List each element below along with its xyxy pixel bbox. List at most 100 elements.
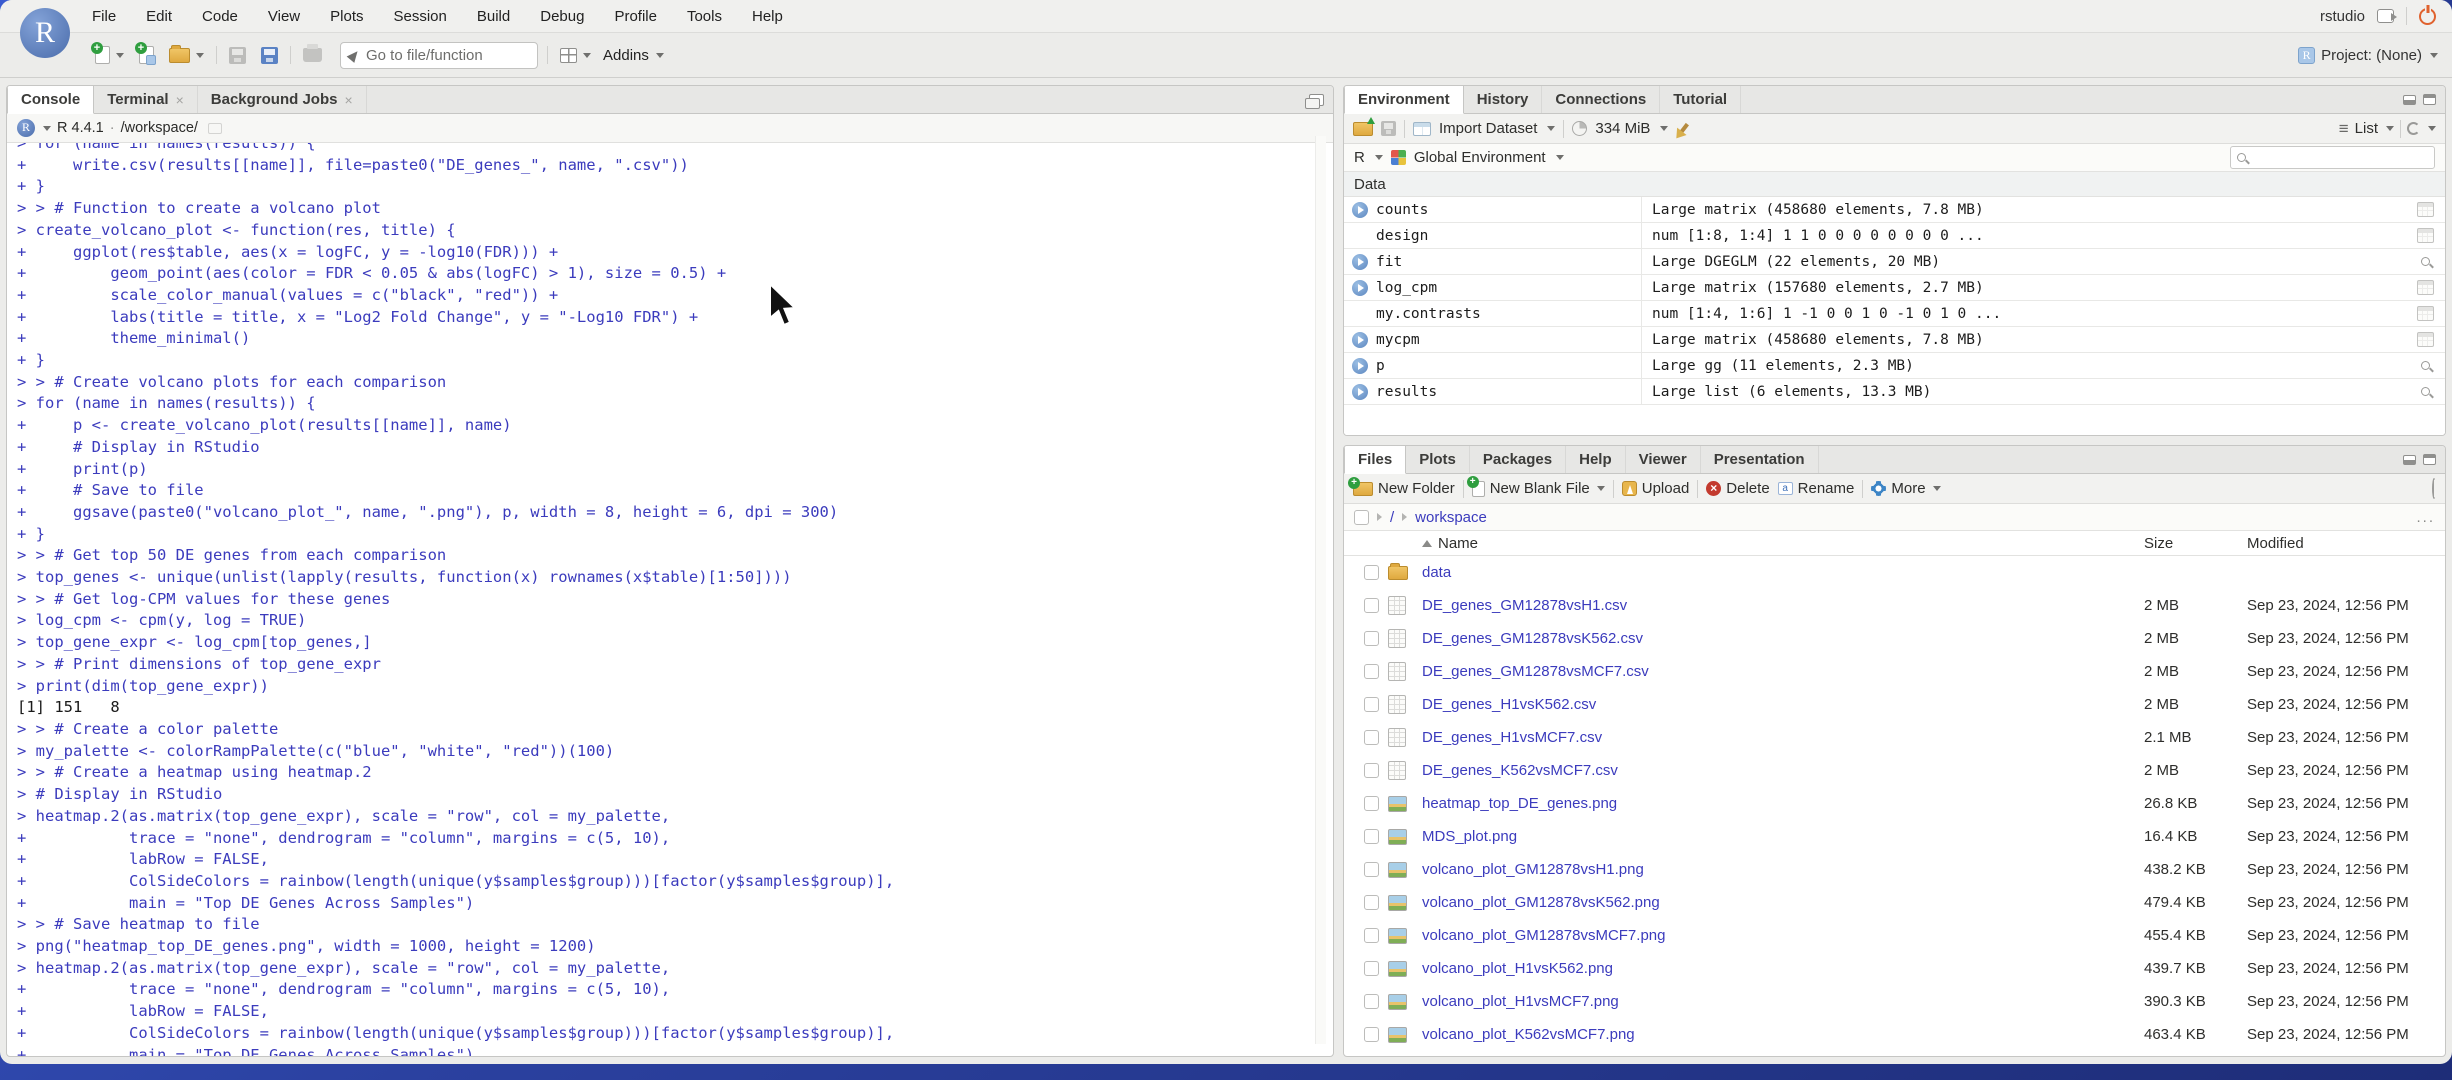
file-name[interactable]: heatmap_top_DE_genes.png bbox=[1422, 795, 2144, 812]
file-row-de-genes-gm12878vsh1-csv[interactable]: DE_genes_GM12878vsH1.csv 2 MB Sep 23, 20… bbox=[1344, 589, 2445, 622]
file-checkbox[interactable] bbox=[1364, 631, 1379, 646]
file-checkbox[interactable] bbox=[1364, 895, 1379, 910]
object-action[interactable] bbox=[2405, 257, 2445, 266]
file-row-volcano-plot-h1vsmcf7-png[interactable]: volcano_plot_H1vsMCF7.png 390.3 KB Sep 2… bbox=[1344, 985, 2445, 1018]
env-row-my-contrasts[interactable]: my.contrasts num [1:4, 1:6] 1 -1 0 0 1 0… bbox=[1344, 301, 2445, 327]
file-name[interactable]: MDS_plot.png bbox=[1422, 828, 2144, 845]
file-name[interactable]: volcano_plot_GM12878vsK562.png bbox=[1422, 894, 2144, 911]
r-version-icon[interactable]: R bbox=[17, 119, 35, 137]
file-name[interactable]: volcano_plot_GM12878vsMCF7.png bbox=[1422, 927, 2144, 944]
tab-tutorial[interactable]: Tutorial bbox=[1660, 86, 1742, 113]
close-icon[interactable]: × bbox=[176, 92, 184, 108]
menu-plots[interactable]: Plots bbox=[330, 8, 363, 25]
breadcrumb-ellipsis[interactable]: ... bbox=[2416, 509, 2435, 526]
clear-objects-icon[interactable] bbox=[1679, 122, 1690, 135]
tab-background-jobs[interactable]: Background Jobs × bbox=[198, 86, 367, 113]
env-row-fit[interactable]: fit Large DGEGLM (22 elements, 20 MB) bbox=[1344, 249, 2445, 275]
object-action[interactable] bbox=[2405, 387, 2445, 396]
upload-button[interactable]: Upload bbox=[1621, 480, 1689, 497]
expand-icon[interactable] bbox=[1352, 253, 1368, 270]
menu-debug[interactable]: Debug bbox=[540, 8, 584, 25]
file-name[interactable]: DE_genes_GM12878vsK562.csv bbox=[1422, 630, 2144, 647]
file-checkbox[interactable] bbox=[1364, 598, 1379, 613]
goto-file-input[interactable]: Go to file/function bbox=[340, 41, 538, 69]
file-row-de-genes-gm12878vsk562-csv[interactable]: DE_genes_GM12878vsK562.csv 2 MB Sep 23, … bbox=[1344, 622, 2445, 655]
file-checkbox[interactable] bbox=[1364, 1027, 1379, 1042]
file-row-de-genes-h1vsmcf7-csv[interactable]: DE_genes_H1vsMCF7.csv 2.1 MB Sep 23, 202… bbox=[1344, 721, 2445, 754]
tab-connections[interactable]: Connections bbox=[1542, 86, 1661, 113]
save-button[interactable] bbox=[226, 44, 249, 67]
delete-button[interactable]: × Delete bbox=[1706, 480, 1770, 497]
view-table-icon[interactable] bbox=[2416, 332, 2434, 347]
inspect-icon[interactable] bbox=[2420, 257, 2430, 266]
menu-tools[interactable]: Tools bbox=[687, 8, 722, 25]
file-row-de-genes-h1vsk562-csv[interactable]: DE_genes_H1vsK562.csv 2 MB Sep 23, 2024,… bbox=[1344, 688, 2445, 721]
memory-usage-label[interactable]: 334 MiB bbox=[1595, 120, 1650, 137]
select-all-checkbox[interactable] bbox=[1354, 509, 1369, 525]
expand-icon[interactable] bbox=[1352, 201, 1368, 218]
size-column-header[interactable]: Size bbox=[2144, 535, 2247, 552]
tab-plots[interactable]: Plots bbox=[1406, 446, 1470, 473]
view-table-icon[interactable] bbox=[2416, 202, 2434, 217]
view-table-icon[interactable] bbox=[2416, 306, 2434, 321]
tab-help[interactable]: Help bbox=[1566, 446, 1626, 473]
maximize-icon[interactable] bbox=[2423, 454, 2436, 465]
file-name[interactable]: volcano_plot_K562vsMCF7.png bbox=[1422, 1026, 2144, 1043]
sign-out-icon[interactable] bbox=[2377, 9, 2397, 23]
file-row-mds-plot-png[interactable]: MDS_plot.png 16.4 KB Sep 23, 2024, 12:56… bbox=[1344, 820, 2445, 853]
menu-code[interactable]: Code bbox=[202, 8, 238, 25]
env-row-log-cpm[interactable]: log_cpm Large matrix (157680 elements, 2… bbox=[1344, 275, 2445, 301]
menu-file[interactable]: File bbox=[92, 8, 116, 25]
file-checkbox[interactable] bbox=[1364, 961, 1379, 976]
inspect-icon[interactable] bbox=[2420, 387, 2430, 396]
file-name[interactable]: DE_genes_H1vsK562.csv bbox=[1422, 696, 2144, 713]
tab-packages[interactable]: Packages bbox=[1470, 446, 1567, 473]
tab-files[interactable]: Files bbox=[1344, 446, 1407, 474]
menu-session[interactable]: Session bbox=[394, 8, 447, 25]
env-row-design[interactable]: design num [1:8, 1:4] 1 1 0 0 0 0 0 0 0 … bbox=[1344, 223, 2445, 249]
breadcrumb-root[interactable]: / bbox=[1390, 509, 1394, 526]
object-action[interactable] bbox=[2405, 332, 2445, 347]
new-blank-file-button[interactable]: + New Blank File bbox=[1466, 475, 1605, 497]
file-name[interactable]: data bbox=[1422, 564, 2144, 581]
file-checkbox[interactable] bbox=[1364, 928, 1379, 943]
new-folder-button[interactable]: + New Folder bbox=[1348, 476, 1455, 497]
refresh-icon[interactable] bbox=[2432, 478, 2436, 499]
workspace-panes-button[interactable] bbox=[557, 45, 594, 66]
save-all-button[interactable] bbox=[258, 44, 281, 67]
env-row-p[interactable]: p Large gg (11 elements, 2.3 MB) bbox=[1344, 353, 2445, 379]
env-row-results[interactable]: results Large list (6 elements, 13.3 MB) bbox=[1344, 379, 2445, 405]
menu-edit[interactable]: Edit bbox=[146, 8, 172, 25]
new-project-button[interactable]: + bbox=[135, 42, 157, 67]
menu-build[interactable]: Build bbox=[477, 8, 510, 25]
modified-column-header[interactable]: Modified bbox=[2247, 535, 2445, 552]
working-directory-label[interactable]: /workspace/ bbox=[121, 120, 198, 136]
close-icon[interactable]: × bbox=[344, 92, 352, 108]
rename-button[interactable]: a Rename bbox=[1777, 480, 1854, 497]
file-name[interactable]: volcano_plot_H1vsK562.png bbox=[1422, 960, 2144, 977]
expand-icon[interactable] bbox=[1352, 357, 1368, 374]
load-workspace-icon[interactable] bbox=[1353, 116, 1375, 136]
name-column-header[interactable]: Name bbox=[1422, 535, 2144, 552]
import-dataset-button[interactable]: Import Dataset bbox=[1439, 120, 1537, 137]
file-checkbox[interactable] bbox=[1364, 862, 1379, 877]
maximize-icon[interactable] bbox=[2423, 94, 2436, 105]
minimize-icon[interactable] bbox=[2403, 94, 2416, 105]
tab-terminal[interactable]: Terminal × bbox=[94, 86, 198, 113]
new-file-button[interactable]: + bbox=[91, 42, 127, 67]
breadcrumb-folder[interactable]: workspace bbox=[1415, 509, 1487, 526]
expand-icon[interactable] bbox=[1352, 331, 1368, 348]
file-row-volcano-plot-h1vsk562-png[interactable]: volcano_plot_H1vsK562.png 439.7 KB Sep 2… bbox=[1344, 952, 2445, 985]
minimize-icon[interactable] bbox=[2403, 454, 2416, 465]
file-checkbox[interactable] bbox=[1364, 829, 1379, 844]
console-scrollbar[interactable] bbox=[1315, 136, 1326, 1044]
more-button[interactable]: More bbox=[1871, 480, 1941, 497]
expand-icon[interactable] bbox=[1352, 383, 1368, 400]
print-button[interactable] bbox=[300, 44, 325, 65]
environment-search-input[interactable] bbox=[2230, 146, 2435, 169]
tab-console[interactable]: Console bbox=[7, 86, 95, 114]
maximize-icon[interactable] bbox=[1305, 93, 1324, 109]
refresh-icon[interactable] bbox=[2407, 122, 2420, 135]
file-checkbox[interactable] bbox=[1364, 796, 1379, 811]
tab-environment[interactable]: Environment bbox=[1344, 86, 1464, 114]
